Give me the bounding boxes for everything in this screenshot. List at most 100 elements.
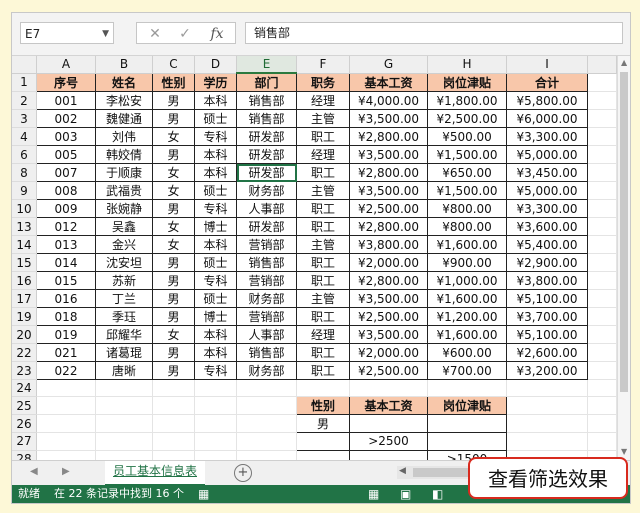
tab-prev-icon[interactable]: ◀	[30, 466, 38, 477]
data-cell[interactable]: ¥1,200.00	[427, 307, 507, 327]
chevron-down-icon[interactable]: ▼	[102, 23, 109, 45]
empty-cell[interactable]	[506, 396, 588, 416]
empty-cell[interactable]	[36, 414, 96, 434]
data-cell[interactable]: 销售部	[236, 91, 297, 111]
data-cell[interactable]: 苏新	[95, 271, 153, 291]
data-cell[interactable]: 于顺康	[95, 163, 153, 183]
table-header-cell[interactable]: 性别	[152, 72, 195, 93]
row-header[interactable]: 19	[12, 307, 37, 327]
data-cell[interactable]: 001	[36, 91, 96, 111]
data-cell[interactable]: 硕士	[194, 109, 237, 129]
data-cell[interactable]: 韩姣倩	[95, 145, 153, 165]
data-cell[interactable]: 女	[152, 127, 195, 147]
data-cell[interactable]: ¥3,200.00	[506, 361, 588, 381]
data-cell[interactable]: 吴鑫	[95, 217, 153, 237]
data-cell[interactable]: 主管	[296, 109, 350, 129]
criteria-cell[interactable]	[349, 414, 428, 434]
column-header-g[interactable]: G	[349, 56, 428, 74]
data-cell[interactable]: ¥3,450.00	[506, 163, 588, 183]
data-cell[interactable]: ¥1,800.00	[427, 91, 507, 111]
empty-cell[interactable]	[587, 361, 617, 381]
worksheet-grid[interactable]: A B C D E F G H I 1 序号 姓名 性别 学历 部门 职务 基本工资 岗位津贴 合计 2 001 李松安男…	[12, 56, 617, 468]
data-cell[interactable]: ¥3,700.00	[506, 307, 588, 327]
row-header[interactable]: 16	[12, 271, 37, 291]
data-cell[interactable]: 主管	[296, 235, 350, 255]
empty-cell[interactable]	[236, 432, 297, 451]
data-cell[interactable]: ¥1,600.00	[427, 235, 507, 255]
data-cell[interactable]: 职工	[296, 361, 350, 381]
row-header-24[interactable]: 24	[12, 379, 37, 398]
empty-cell[interactable]	[506, 432, 588, 451]
data-cell[interactable]: ¥2,500.00	[427, 109, 507, 129]
empty-cell[interactable]	[587, 235, 617, 255]
empty-cell[interactable]	[587, 379, 617, 398]
row-header[interactable]: 20	[12, 325, 37, 345]
column-header-i[interactable]: I	[506, 56, 588, 74]
data-cell[interactable]: 财务部	[236, 289, 297, 309]
empty-cell[interactable]	[36, 432, 96, 451]
name-box[interactable]: E7 ▼	[20, 22, 114, 44]
data-cell[interactable]: 主管	[296, 289, 350, 309]
data-cell[interactable]: 经理	[296, 145, 350, 165]
column-header-e[interactable]: E	[236, 56, 297, 75]
data-cell[interactable]: 专科	[194, 271, 237, 291]
data-cell[interactable]: ¥2,800.00	[349, 217, 428, 237]
data-cell[interactable]: ¥1,000.00	[427, 271, 507, 291]
empty-cell[interactable]	[236, 379, 297, 398]
data-cell[interactable]: ¥1,600.00	[427, 325, 507, 345]
data-cell[interactable]: 021	[36, 343, 96, 363]
empty-cell[interactable]	[296, 379, 350, 398]
data-cell[interactable]: 019	[36, 325, 96, 345]
tab-employee-info[interactable]: 员工基本信息表	[105, 461, 205, 486]
insert-function-icon[interactable]: fx	[205, 22, 229, 46]
data-cell[interactable]: ¥2,800.00	[349, 271, 428, 291]
data-cell[interactable]: 002	[36, 109, 96, 129]
data-cell[interactable]: 男	[152, 91, 195, 111]
empty-cell[interactable]	[36, 379, 96, 398]
data-cell[interactable]: ¥3,300.00	[506, 127, 588, 147]
data-cell[interactable]: ¥2,800.00	[349, 163, 428, 183]
scroll-thumb[interactable]	[620, 72, 628, 392]
data-cell[interactable]: ¥2,900.00	[506, 253, 588, 273]
data-cell[interactable]: 沈安坦	[95, 253, 153, 273]
data-cell[interactable]: 男	[152, 289, 195, 309]
row-header[interactable]: 2	[12, 91, 37, 111]
data-cell[interactable]: ¥800.00	[427, 217, 507, 237]
row-header-1[interactable]: 1	[12, 73, 37, 93]
empty-cell[interactable]	[587, 343, 617, 363]
empty-cell[interactable]	[349, 379, 428, 398]
empty-cell[interactable]	[587, 396, 617, 416]
column-header-f[interactable]: F	[296, 56, 350, 74]
data-cell[interactable]: 财务部	[236, 361, 297, 381]
empty-cell[interactable]	[194, 432, 237, 451]
vertical-scrollbar[interactable]: ▲ ▼	[617, 56, 630, 460]
data-cell[interactable]: ¥3,500.00	[349, 325, 428, 345]
data-cell[interactable]: ¥3,500.00	[349, 289, 428, 309]
page-break-view-icon[interactable]: ◧	[432, 485, 443, 503]
criteria-cell[interactable]	[296, 432, 350, 451]
data-cell[interactable]: 男	[152, 109, 195, 129]
data-cell[interactable]: 职工	[296, 307, 350, 327]
data-cell[interactable]: 005	[36, 145, 96, 165]
data-cell[interactable]: 015	[36, 271, 96, 291]
data-cell[interactable]: 专科	[194, 361, 237, 381]
data-cell[interactable]: ¥5,800.00	[506, 91, 588, 111]
data-cell[interactable]: 邱耀华	[95, 325, 153, 345]
table-header-cell[interactable]: 姓名	[95, 72, 153, 93]
row-header[interactable]: 3	[12, 109, 37, 129]
empty-cell[interactable]	[587, 432, 617, 451]
row-header[interactable]: 17	[12, 289, 37, 309]
macro-record-icon[interactable]: ▦	[198, 485, 209, 503]
empty-cell[interactable]	[587, 414, 617, 434]
data-cell[interactable]: ¥2,000.00	[349, 343, 428, 363]
data-cell[interactable]: 魏健通	[95, 109, 153, 129]
criteria-header-cell[interactable]: 性别	[296, 396, 350, 416]
criteria-cell[interactable]: 男	[296, 414, 350, 434]
data-cell[interactable]: 008	[36, 181, 96, 201]
row-header[interactable]: 6	[12, 145, 37, 165]
data-cell[interactable]: 经理	[296, 91, 350, 111]
data-cell[interactable]: ¥650.00	[427, 163, 507, 183]
empty-cell[interactable]	[194, 414, 237, 434]
data-cell[interactable]: ¥800.00	[427, 199, 507, 219]
data-cell[interactable]: 研发部	[236, 217, 297, 237]
